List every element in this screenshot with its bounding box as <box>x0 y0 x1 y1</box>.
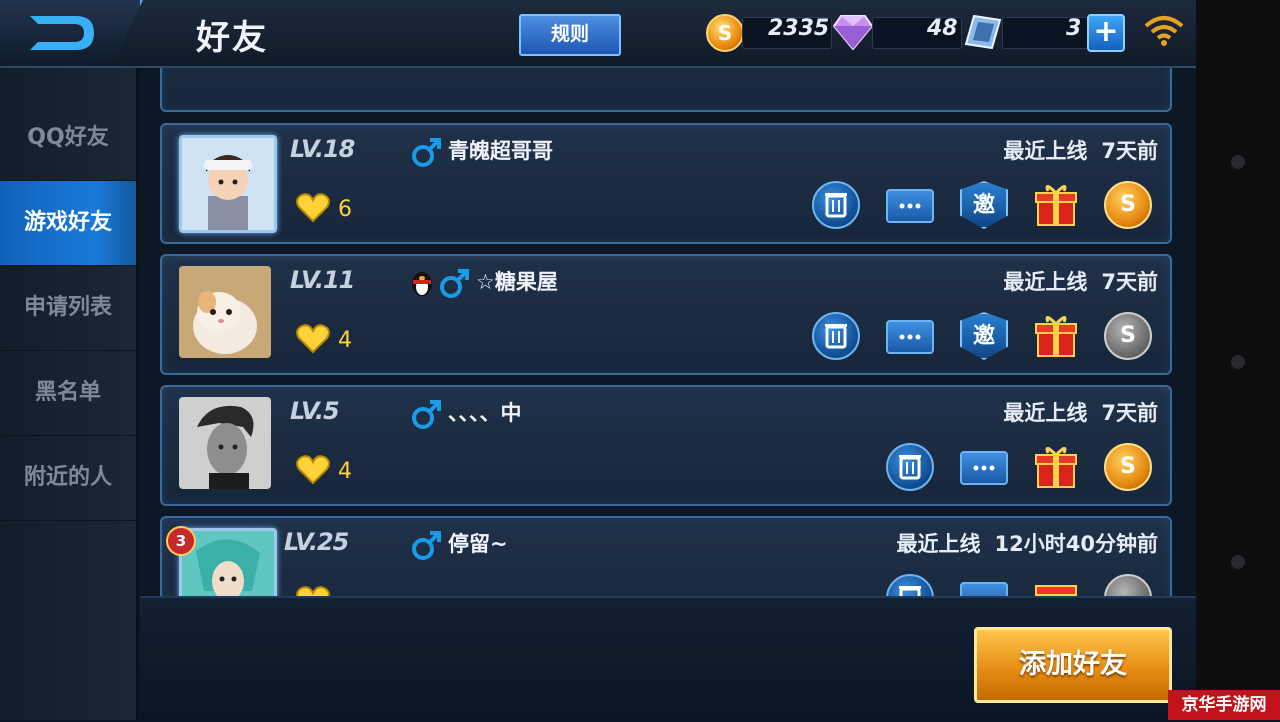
gift-icon <box>1035 316 1077 357</box>
sidebar-item-blacklist[interactable]: 黑名单 <box>0 351 136 436</box>
bezel-dot <box>1231 355 1245 369</box>
sidebar-item-game-friends[interactable]: 游戏好友 <box>0 181 136 266</box>
delete-friend-button[interactable] <box>812 181 860 229</box>
level-label: LV.5 <box>290 397 340 425</box>
sidebar-item-nearby[interactable]: 附近的人 <box>0 436 136 521</box>
gift-icon <box>1035 185 1077 226</box>
friend-card: 3 LV.25 停留~ 最近上线 12小时40分钟前 <box>160 516 1172 596</box>
male-gender-icon <box>440 269 469 298</box>
last-online-time: 7天前 <box>1101 270 1158 294</box>
male-gender-icon <box>412 400 441 429</box>
bezel-dot <box>1231 555 1245 569</box>
voucher-count: 3 <box>1066 16 1082 41</box>
friend-name: 停留~ <box>448 532 508 556</box>
chat-bubble-icon <box>899 203 921 209</box>
gift-icon <box>1035 585 1077 596</box>
coin-send-icon: S <box>1120 323 1136 348</box>
trash-icon <box>899 455 921 480</box>
top-bar: 好友 规则 S 2335 48 3 + <box>0 0 1196 68</box>
watermark: 京华手游网 <box>1168 690 1280 720</box>
trash-icon <box>899 586 921 596</box>
friend-name: 、、、、中 <box>448 401 522 425</box>
invite-button[interactable]: 邀 <box>960 312 1008 360</box>
friend-list[interactable]: LV.18 6 青魄超哥哥 最近上线 7天前 邀 S LV.11 4 ☆糖果屋 <box>140 68 1196 596</box>
heart-icon <box>296 324 330 354</box>
level-label: LV.18 <box>290 135 355 163</box>
diamond-icon <box>833 15 873 50</box>
coin-send-icon: S <box>1120 192 1136 217</box>
heart-count: 6 <box>338 197 352 222</box>
coin-count: 2335 <box>768 16 830 41</box>
rules-button[interactable]: 规则 <box>519 14 621 56</box>
level-label: LV.25 <box>284 528 349 556</box>
back-button[interactable] <box>0 0 143 66</box>
last-online-label: 最近上线 <box>1003 401 1088 425</box>
voucher-icon <box>964 14 1002 50</box>
last-online: 最近上线 7天前 <box>1003 135 1158 165</box>
rank-badge: 3 <box>166 526 196 556</box>
add-friend-button[interactable]: 添加好友 <box>974 627 1172 703</box>
avatar[interactable] <box>179 135 277 233</box>
page-title: 好友 <box>196 18 268 58</box>
bezel-dot <box>1231 155 1245 169</box>
trash-icon <box>825 324 847 349</box>
send-gift-button[interactable] <box>1032 312 1080 360</box>
back-arrow-icon <box>30 16 94 50</box>
chat-bubble-icon <box>899 334 921 340</box>
friend-card: LV.11 4 ☆糖果屋 最近上线 7天前 邀 S <box>160 254 1172 375</box>
gift-icon <box>1035 447 1077 488</box>
coin-send-icon: S <box>1120 454 1136 479</box>
heart-count: 4 <box>338 328 352 353</box>
male-gender-icon <box>412 531 441 560</box>
last-online-time: 7天前 <box>1101 139 1158 163</box>
chat-button[interactable] <box>960 582 1008 596</box>
heart-icon <box>296 193 330 223</box>
friend-name: 青魄超哥哥 <box>448 139 553 163</box>
level-label: LV.11 <box>290 266 355 294</box>
delete-friend-button[interactable] <box>886 443 934 491</box>
last-online-label: 最近上线 <box>1003 139 1088 163</box>
heart-icon <box>296 586 330 596</box>
friend-card: LV.18 6 青魄超哥哥 最近上线 7天前 邀 S <box>160 123 1172 244</box>
gold-coin-icon: S <box>706 14 744 52</box>
send-coin-button-disabled[interactable]: S <box>1104 312 1152 360</box>
trash-icon <box>825 193 847 218</box>
male-gender-icon <box>412 138 441 167</box>
heart-count: 4 <box>338 459 352 484</box>
last-online-label: 最近上线 <box>1003 270 1088 294</box>
chat-bubble-icon <box>973 465 995 471</box>
send-gift-button[interactable] <box>1032 574 1080 596</box>
send-coin-button-disabled[interactable] <box>1104 574 1152 596</box>
recharge-plus-button[interactable]: + <box>1087 14 1125 52</box>
invite-button[interactable]: 邀 <box>960 181 1008 229</box>
last-online: 最近上线 12小时40分钟前 <box>897 528 1158 558</box>
diamond-count: 48 <box>927 16 958 41</box>
last-online: 最近上线 7天前 <box>1003 397 1158 427</box>
last-online-label: 最近上线 <box>896 532 981 556</box>
chat-button[interactable] <box>886 189 934 223</box>
last-online: 最近上线 7天前 <box>1003 266 1158 296</box>
heart-icon <box>296 455 330 485</box>
chat-button[interactable] <box>886 320 934 354</box>
send-coin-button[interactable]: S <box>1104 181 1152 229</box>
last-online-time: 12小时40分钟前 <box>994 532 1158 556</box>
friend-card-partial <box>160 68 1172 112</box>
wifi-signal-icon <box>1144 16 1184 46</box>
sidebar-item-qq-friends[interactable]: QQ好友 <box>0 96 136 181</box>
avatar[interactable] <box>179 266 271 358</box>
send-gift-button[interactable] <box>1032 443 1080 491</box>
delete-friend-button[interactable] <box>886 574 934 596</box>
friend-card: LV.5 4 、、、、中 最近上线 7天前 S <box>160 385 1172 506</box>
sidebar: QQ好友 游戏好友 申请列表 黑名单 附近的人 <box>0 68 138 720</box>
last-online-time: 7天前 <box>1101 401 1158 425</box>
sidebar-item-request-list[interactable]: 申请列表 <box>0 266 136 351</box>
delete-friend-button[interactable] <box>812 312 860 360</box>
send-gift-button[interactable] <box>1032 181 1080 229</box>
friend-name: ☆糖果屋 <box>476 270 558 294</box>
send-coin-button[interactable]: S <box>1104 443 1152 491</box>
chat-button[interactable] <box>960 451 1008 485</box>
avatar[interactable] <box>179 397 271 489</box>
qq-penguin-icon <box>412 272 432 296</box>
